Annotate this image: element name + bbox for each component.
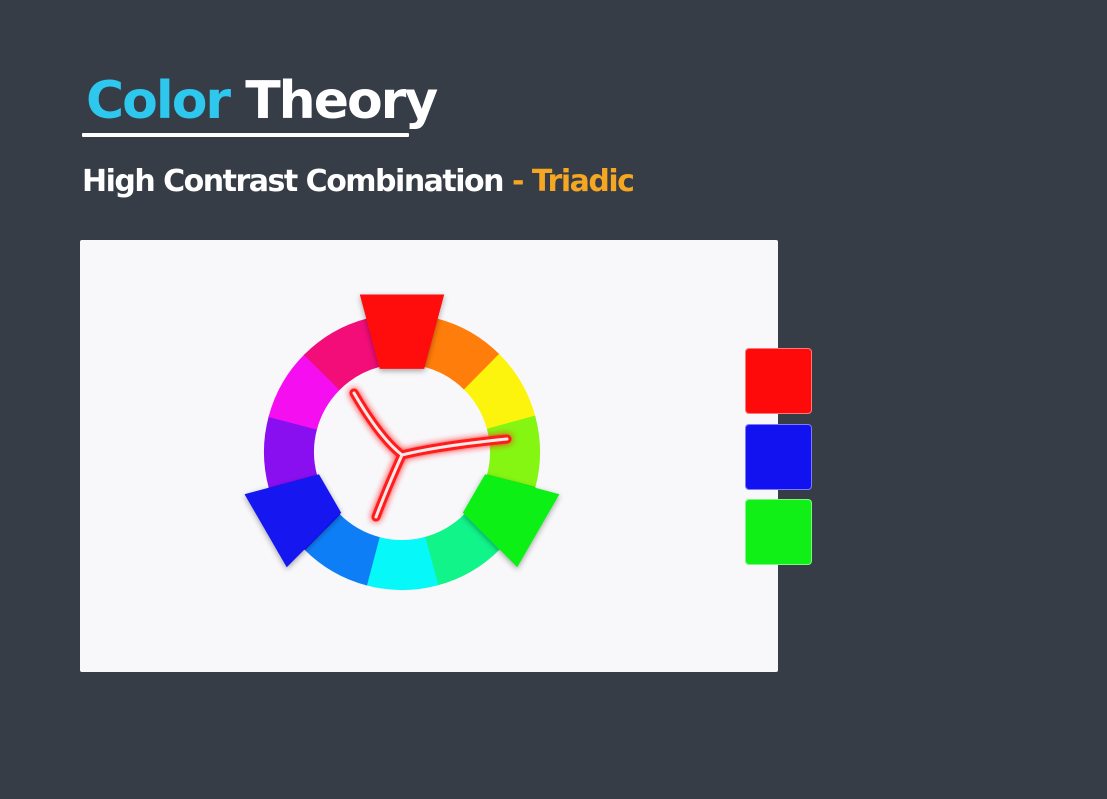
subtitle: High Contrast Combination - Triadic	[82, 162, 635, 202]
title-word-theory: Theory	[245, 71, 438, 131]
swatch-blue	[745, 424, 812, 490]
swatch-red	[745, 348, 812, 414]
subtitle-separator: -	[511, 164, 524, 199]
swatch-green	[745, 499, 812, 565]
color-wheel-panel	[80, 240, 778, 672]
page-title: Color Theory	[86, 66, 438, 136]
color-wheel	[244, 294, 560, 590]
scheme-name: Triadic	[531, 164, 635, 199]
title-word-color: Color	[86, 71, 231, 131]
subtitle-text: High Contrast Combination	[82, 164, 505, 199]
title-underline	[82, 133, 409, 137]
